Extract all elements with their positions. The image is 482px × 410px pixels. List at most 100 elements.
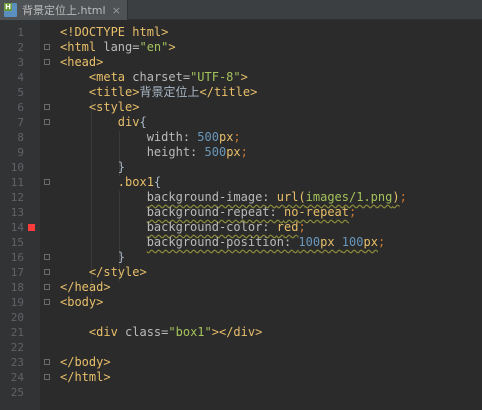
code-line[interactable]: 24 </html> bbox=[0, 370, 482, 385]
code-line[interactable]: 11 .box1{ bbox=[0, 175, 482, 190]
code-token: ; bbox=[298, 220, 306, 234]
code-text: <body> bbox=[60, 295, 103, 310]
code-token: </head> bbox=[60, 280, 111, 294]
code-line[interactable]: 2 <html lang="en"> bbox=[0, 40, 482, 55]
code-token: } bbox=[117, 160, 126, 174]
fold-marker-icon[interactable] bbox=[44, 254, 50, 260]
code-line[interactable]: 12 background-image: url(images/1.png); bbox=[0, 190, 482, 205]
code-text: background-image: url(images/1.png); bbox=[60, 190, 407, 205]
code-line[interactable]: 17 </style> bbox=[0, 265, 482, 280]
code-token: <div bbox=[88, 325, 126, 339]
code-text: </html> bbox=[60, 370, 111, 385]
line-number: 13 bbox=[10, 206, 24, 219]
code-token: <head> bbox=[60, 55, 104, 69]
fold-marker-icon[interactable] bbox=[44, 284, 50, 290]
code-line[interactable]: 22 bbox=[0, 340, 482, 355]
code-token: div bbox=[117, 115, 140, 129]
code-line[interactable]: 20 bbox=[0, 310, 482, 325]
code-text: height: 500px; bbox=[60, 145, 248, 160]
code-token: charset= bbox=[132, 70, 191, 84]
close-icon[interactable]: × bbox=[112, 4, 121, 17]
code-token: px bbox=[218, 130, 234, 144]
code-token: ; bbox=[240, 145, 248, 159]
tab-file[interactable]: H 背景定位上.html × bbox=[0, 0, 128, 20]
code-token: ; bbox=[399, 190, 407, 204]
code-editor[interactable]: 1 <!DOCTYPE html> 2 <html lang="en"> 3 <head>… bbox=[0, 20, 482, 410]
fold-marker-icon[interactable] bbox=[44, 59, 50, 65]
code-line[interactable]: 18 </head> bbox=[0, 280, 482, 295]
fold-marker-icon[interactable] bbox=[44, 119, 50, 125]
code-token: 500 bbox=[197, 130, 219, 144]
code-line[interactable]: 15 background-position: 100px 100px; bbox=[0, 235, 482, 250]
line-number: 11 bbox=[10, 176, 24, 189]
code-token: { bbox=[153, 175, 162, 189]
tab-filename: 背景定位上.html bbox=[22, 4, 106, 17]
line-number: 1 bbox=[17, 26, 24, 39]
code-text: <title>背景定位上</title> bbox=[60, 85, 257, 100]
code-text: background-color: red; bbox=[60, 220, 306, 235]
code-token: 500 bbox=[204, 145, 227, 159]
fold-marker-icon[interactable] bbox=[44, 44, 50, 50]
line-number: 17 bbox=[10, 266, 24, 279]
code-token: <meta bbox=[88, 70, 133, 84]
code-lines: 1 <!DOCTYPE html> 2 <html lang="en"> 3 <head>… bbox=[0, 25, 482, 400]
code-line[interactable]: 5 <title>背景定位上</title> bbox=[0, 85, 482, 100]
code-token: 背景定位上 bbox=[139, 85, 200, 99]
fold-marker-icon[interactable] bbox=[44, 269, 50, 275]
fold-marker-icon[interactable] bbox=[44, 104, 50, 110]
html-file-icon-letter: H bbox=[4, 3, 12, 11]
code-token: ; bbox=[377, 235, 386, 249]
code-line[interactable]: 3 <head> bbox=[0, 55, 482, 70]
code-text: } bbox=[60, 250, 125, 265]
code-line[interactable]: 7 div{ bbox=[0, 115, 482, 130]
code-token: <!DOCTYPE html> bbox=[60, 25, 169, 39]
code-token: background-image: bbox=[146, 190, 277, 204]
code-token: } bbox=[117, 250, 126, 264]
code-text: background-position: 100px 100px; bbox=[60, 235, 385, 250]
code-token: no-repeat bbox=[283, 205, 350, 219]
code-token: </style> bbox=[88, 265, 147, 279]
code-token: { bbox=[139, 115, 147, 129]
code-line[interactable]: 25 bbox=[0, 385, 482, 400]
code-line[interactable]: 16 } bbox=[0, 250, 482, 265]
code-text: <html lang="en"> bbox=[60, 40, 176, 55]
code-token: width: bbox=[146, 130, 198, 144]
code-line[interactable]: 8 width: 500px; bbox=[0, 130, 482, 145]
code-token: ; bbox=[349, 205, 357, 219]
code-line[interactable]: 10 } bbox=[0, 160, 482, 175]
code-text: width: 500px; bbox=[60, 130, 241, 145]
breakpoint-icon[interactable] bbox=[28, 224, 35, 231]
line-number: 10 bbox=[10, 161, 24, 174]
code-token: ) bbox=[392, 190, 400, 204]
code-line[interactable]: 13 background-repeat: no-repeat; bbox=[0, 205, 482, 220]
fold-marker-icon[interactable] bbox=[44, 359, 50, 365]
code-line[interactable]: 14 background-color: red; bbox=[0, 220, 482, 235]
code-text: } bbox=[60, 160, 125, 175]
code-text: <head> bbox=[60, 55, 103, 70]
line-number: 12 bbox=[10, 191, 24, 204]
code-token: red bbox=[276, 220, 299, 234]
code-line[interactable]: 1 <!DOCTYPE html> bbox=[0, 25, 482, 40]
code-line[interactable]: 21 <div class="box1"></div> bbox=[0, 325, 482, 340]
code-token: </html> bbox=[60, 370, 111, 384]
code-line[interactable]: 6 <style> bbox=[0, 100, 482, 115]
code-text: <meta charset="UTF-8"> bbox=[60, 70, 248, 85]
code-token: background-color: bbox=[146, 220, 277, 234]
code-text: div{ bbox=[60, 115, 147, 130]
code-line[interactable]: 9 height: 500px; bbox=[0, 145, 482, 160]
code-text: .box1{ bbox=[60, 175, 161, 190]
code-line[interactable]: 4 <meta charset="UTF-8"> bbox=[0, 70, 482, 85]
fold-marker-icon[interactable] bbox=[44, 374, 50, 380]
fold-marker-icon[interactable] bbox=[44, 179, 50, 185]
code-token: <title> bbox=[88, 85, 140, 99]
fold-marker-icon[interactable] bbox=[44, 299, 50, 305]
code-line[interactable]: 23 </body> bbox=[0, 355, 482, 370]
code-line[interactable]: 19 <body> bbox=[0, 295, 482, 310]
editor-tab-bar: H 背景定位上.html × bbox=[0, 0, 482, 20]
